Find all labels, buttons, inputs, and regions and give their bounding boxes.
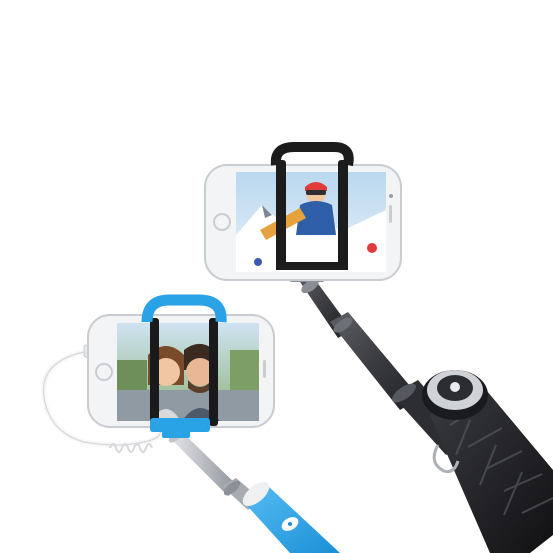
product-photo <box>0 0 553 553</box>
smartphone-left <box>87 314 275 428</box>
selfie-stick-blue <box>168 429 340 553</box>
selfie-stick-black <box>296 270 553 553</box>
shutter-button-black <box>422 370 488 420</box>
selfie-sticks-illustration <box>41 142 553 553</box>
